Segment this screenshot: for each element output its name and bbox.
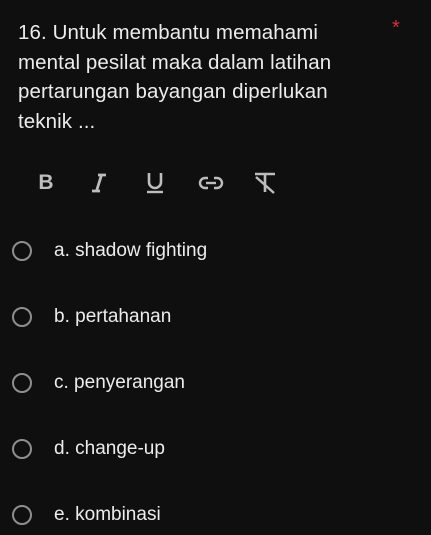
question-text: 16. Untuk membantu memahami mental pesil…: [18, 21, 332, 133]
clear-formatting-button[interactable]: [250, 168, 280, 198]
required-asterisk: *: [392, 17, 400, 39]
formatting-toolbar: B: [28, 168, 288, 198]
radio-button[interactable]: [12, 241, 32, 261]
option-label: b. pertahanan: [54, 306, 172, 327]
option-label: c. penyerangan: [54, 372, 185, 393]
option-c[interactable]: c. penyerangan: [12, 366, 392, 400]
option-e[interactable]: e. kombinasi: [12, 498, 392, 532]
radio-button[interactable]: [12, 439, 32, 459]
option-label: d. change-up: [54, 438, 165, 459]
radio-button[interactable]: [12, 505, 32, 525]
italic-button[interactable]: [88, 168, 110, 198]
insert-link-button[interactable]: [196, 168, 226, 198]
option-d[interactable]: d. change-up: [12, 432, 392, 466]
underline-icon: [147, 173, 163, 194]
option-b[interactable]: b. pertahanan: [12, 300, 392, 334]
clear-format-icon: [255, 172, 275, 194]
bold-icon: B: [38, 171, 54, 194]
bold-button[interactable]: B: [35, 168, 57, 198]
option-a[interactable]: a. shadow fighting: [12, 234, 392, 268]
italic-icon: [92, 173, 106, 193]
link-icon: [198, 176, 224, 190]
option-label: a. shadow fighting: [54, 240, 208, 261]
radio-button[interactable]: [12, 373, 32, 393]
radio-button[interactable]: [12, 307, 32, 327]
underline-button[interactable]: [142, 168, 168, 198]
option-label: e. kombinasi: [54, 504, 161, 525]
